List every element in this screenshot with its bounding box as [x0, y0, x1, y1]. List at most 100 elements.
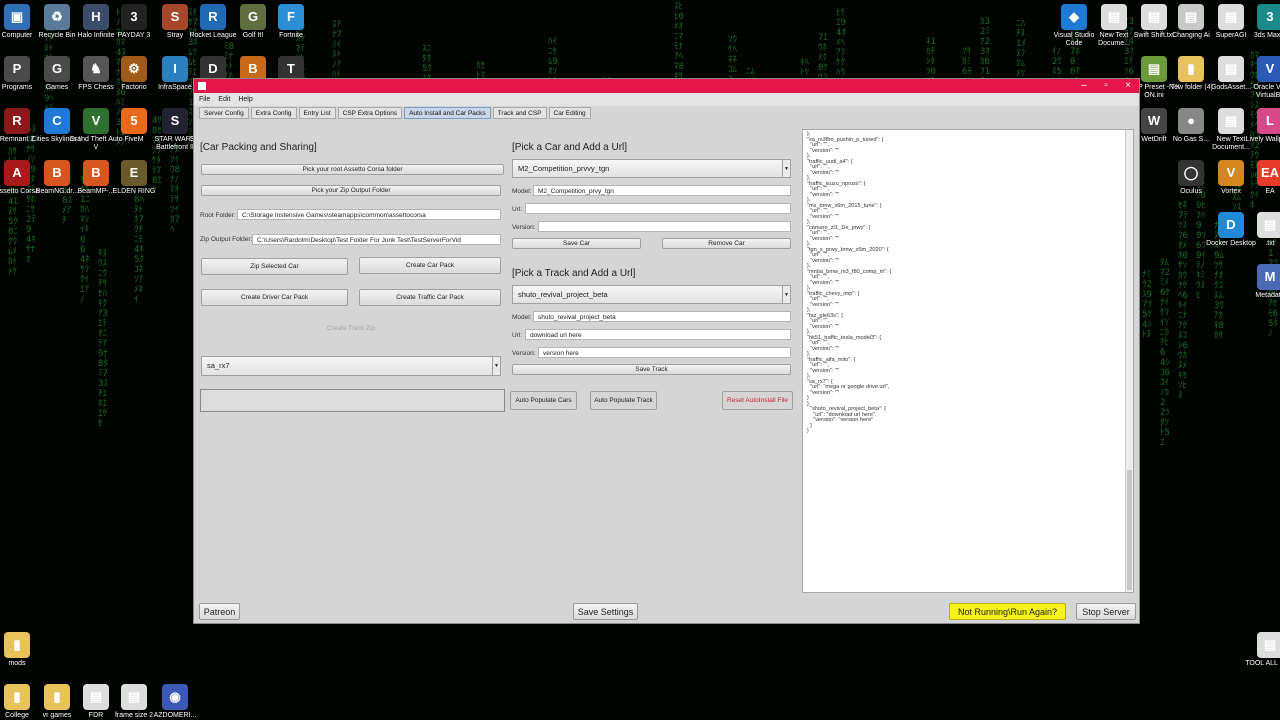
rain-column: ﾀﾑﾏ2ﾐﾒ6ｹﾅｲｹﾌｲｿﾆｶｱﾋ64ｼｺ6ｺｲﾉｶ22ﾂﾀｿﾄ5ｴ [1160, 258, 1170, 448]
desktop-icon[interactable]: EA EA [1243, 160, 1280, 196]
app-shortcut-icon: ▤ [1257, 212, 1280, 238]
tab-car-editing[interactable]: Car Editing [548, 107, 591, 119]
app-shortcut-icon: 3 [121, 4, 147, 30]
tab-bar: Server Config Extra Config Entry List CS… [199, 107, 591, 119]
save-car-button[interactable]: Save Car [512, 238, 641, 249]
app-shortcut-icon: L [1257, 108, 1280, 134]
maximize-icon[interactable]: ▫ [1095, 80, 1117, 91]
car-model-label: Model: [512, 188, 532, 195]
desktop-icon-label: Oracle VM VirtualBo [1253, 84, 1280, 99]
track-version-field[interactable]: version here [538, 347, 791, 358]
app-shortcut-icon: ◉ [162, 684, 188, 710]
app-shortcut-icon: D [1218, 212, 1244, 238]
create-track-zip-button[interactable]: Create Track Zip [201, 320, 501, 337]
track-url-field[interactable]: download url here [525, 329, 791, 340]
pick-zip-folder-button[interactable]: Pick your Zip Output Folder [201, 185, 501, 196]
vertical-scrollbar[interactable] [1125, 130, 1133, 592]
app-shortcut-icon: G [240, 4, 266, 30]
menu-file[interactable]: File [199, 96, 210, 106]
track-model-field[interactable]: shuto_revival_project_beta [533, 311, 791, 322]
desktop-icon-label: EA [1265, 188, 1275, 195]
minimize-icon[interactable]: – [1073, 80, 1095, 91]
create-traffic-car-pack-button[interactable]: Create Traffic Car Pack [359, 289, 501, 306]
desktop-icon-label: ELDEN RING [112, 188, 156, 195]
app-icon [198, 82, 206, 90]
desktop-icon[interactable]: E ELDEN RING [107, 160, 161, 196]
tab-server-config[interactable]: Server Config [199, 107, 249, 119]
create-car-pack-button[interactable]: Create Car Pack [359, 257, 501, 274]
track-url-combo[interactable]: shuto_revival_project_beta ▼ [512, 285, 791, 304]
create-driver-car-pack-button[interactable]: Create Driver Car Pack [201, 289, 348, 306]
app-shortcut-icon: ▤ [1218, 56, 1244, 82]
menu-help[interactable]: Help [238, 96, 252, 106]
app-shortcut-icon: ◯ [1178, 160, 1204, 186]
tab-auto-install[interactable]: Auto Install and Car Packs [404, 107, 491, 119]
app-shortcut-icon: EA [1257, 160, 1280, 186]
desktop-icon[interactable]: M Metadata [1243, 264, 1280, 300]
app-shortcut-icon: 3 [1257, 4, 1280, 30]
save-track-button[interactable]: Save Track [512, 364, 791, 375]
reset-autoinstall-button[interactable]: Reset AutoInstall File [722, 391, 793, 410]
desktop-icon-label: Metadata [1255, 292, 1280, 299]
desktop-icon[interactable]: F Fortnite [264, 4, 318, 40]
app-shortcut-icon: P [4, 56, 30, 82]
app-shortcut-icon: V [1257, 56, 1280, 82]
app-shortcut-icon: F [278, 4, 304, 30]
title-bar: – ▫ × [194, 79, 1139, 93]
car-url-field[interactable] [525, 203, 791, 214]
car-packing-heading: [Car Packing and Sharing] [200, 142, 317, 153]
car-select-combo[interactable]: sa_rx7 ▼ [201, 356, 501, 376]
remove-car-button[interactable]: Remove Car [662, 238, 791, 249]
app-shortcut-icon: ● [1178, 108, 1204, 134]
car-version-field[interactable] [538, 221, 791, 232]
app-shortcut-icon: ▣ [4, 4, 30, 30]
desktop-icon[interactable]: ◉ AZDOMERI... [148, 684, 202, 720]
desktop-icon-label: Lively Wallpape [1245, 136, 1280, 143]
car-model-field[interactable]: M2_Competition_prvy_tgn [533, 185, 791, 196]
app-shortcut-icon: E [121, 160, 147, 186]
menu-edit[interactable]: Edit [218, 96, 230, 106]
car-url-combo[interactable]: M2_Competition_prvvy_tgn ▼ [512, 159, 791, 178]
desktop-icon-label: TOOL ALL ONE [1245, 660, 1280, 667]
app-shortcut-icon: ▮ [4, 684, 30, 710]
desktop-icon-label: .txt [1265, 240, 1275, 247]
app-shortcut-icon: B [83, 160, 109, 186]
desktop-icon[interactable]: V Oracle VM VirtualBo [1243, 56, 1280, 100]
desktop-icon[interactable]: ▤ .txt [1243, 212, 1280, 248]
tab-track-and-csp[interactable]: Track and CSP [492, 107, 547, 119]
tab-entry-list[interactable]: Entry List [298, 107, 336, 119]
app-shortcut-icon: ▤ [83, 684, 109, 710]
rain-column: ｷﾇｳｽﾆｳﾁｻｾﾊｷｸｱ3ｴﾃｵﾆﾃｱ9ﾅ8ﾀﾐ73ｽﾁｴﾎｴｴｹｾ [98, 249, 108, 429]
auto-populate-track-button[interactable]: Auto Populate Track [590, 391, 657, 410]
root-folder-field[interactable]: C:\Storage Instensive Games\steamapps\co… [237, 209, 501, 220]
app-shortcut-icon: ▮ [1178, 56, 1204, 82]
app-shortcut-icon: G [44, 56, 70, 82]
tab-csp-extra-options[interactable]: CSP Extra Options [337, 107, 403, 119]
app-shortcut-icon: ▤ [1101, 4, 1127, 30]
app-shortcut-icon: A [4, 160, 30, 186]
zip-folder-field[interactable]: C:\Users\Rardolm\Desktop\Test Folder For… [252, 234, 501, 245]
desktop-icon[interactable]: ▤ TOOL ALL ONE [1243, 632, 1280, 668]
pick-root-folder-button[interactable]: Pick your root Assetto Corsa folder [201, 164, 504, 175]
patreon-button[interactable]: Patreon [199, 603, 240, 620]
close-icon[interactable]: × [1117, 80, 1139, 91]
car-url-label: Url: [512, 206, 523, 213]
app-shortcut-icon: S [162, 4, 188, 30]
run-server-button[interactable]: Not Running\Run Again? [949, 603, 1066, 620]
track-url-combo-value: shuto_revival_project_beta [518, 290, 608, 299]
track-version-label: Version: [512, 350, 536, 357]
car-select-value: sa_rx7 [207, 361, 230, 370]
zip-selected-car-button[interactable]: Zip Selected Car [201, 258, 348, 275]
app-shortcut-icon: ♻ [44, 4, 70, 30]
stop-server-button[interactable]: Stop Server [1076, 603, 1136, 620]
desktop-icon[interactable]: ▮ mods [0, 632, 44, 668]
scrollbar-thumb[interactable] [1127, 470, 1132, 590]
json-content: }, "sa_rs3fbo_pushin_p_tuned": { "url": … [807, 131, 892, 434]
auto-populate-cars-button[interactable]: Auto Populate Cars [510, 391, 577, 410]
desktop-icon-label: 3ds Max 2 [1253, 32, 1280, 39]
autoinstall-json-text[interactable]: }, "sa_rs3fbo_pushin_p_tuned": { "url": … [802, 129, 1134, 593]
desktop-icon[interactable]: L Lively Wallpape [1243, 108, 1280, 144]
tab-extra-config[interactable]: Extra Config [250, 107, 297, 119]
save-settings-button[interactable]: Save Settings [573, 603, 638, 620]
desktop-icon[interactable]: 3 3ds Max 2 [1243, 4, 1280, 40]
